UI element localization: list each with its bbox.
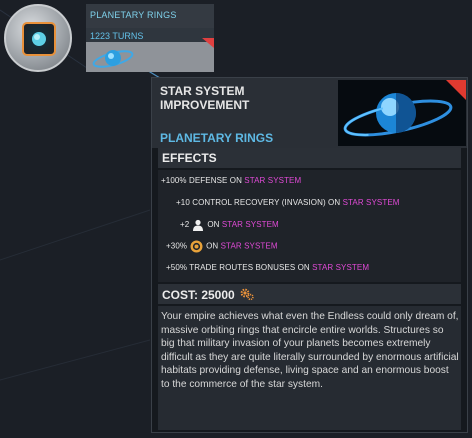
effects-title: EFFECTS — [162, 151, 217, 165]
description-panel: Your empire achieves what even the Endle… — [158, 306, 461, 430]
effect-value: +2 — [180, 220, 190, 230]
effects-header: EFFECTS — [158, 148, 461, 168]
new-flag-icon — [202, 38, 214, 48]
effect-trade-routes: +50% TRADE ROUTES BONUSES ON STAR SYSTEM — [166, 263, 369, 272]
improvement-tooltip: STAR SYSTEM IMPROVEMENT PLANETARY RINGS … — [151, 77, 468, 433]
effect-value: +50% TRADE ROUTES BONUSES ON — [166, 263, 313, 272]
effect-target: STAR SYSTEM — [221, 220, 279, 230]
influence-icon — [190, 240, 203, 253]
new-flag-icon — [446, 80, 466, 100]
population-icon — [193, 219, 204, 231]
improvement-description: Your empire achieves what even the Endle… — [161, 311, 459, 390]
effect-connector: ON — [207, 220, 222, 230]
empire-disc[interactable] — [4, 4, 72, 72]
effect-value: +30% — [166, 241, 188, 251]
improvement-name: PLANETARY RINGS — [160, 131, 274, 145]
tooltip-header: STAR SYSTEM IMPROVEMENT PLANETARY RINGS — [152, 78, 467, 148]
planet-icon — [32, 32, 46, 46]
queue-info-panel: PLANETARY RINGS 1223 TURNS — [86, 4, 214, 72]
cost-header: COST: 25000 — [158, 284, 461, 304]
effects-list: +100% DEFENSE ON STAR SYSTEM +10 CONTROL… — [158, 170, 461, 282]
construction-queue-item[interactable]: PLANETARY RINGS 1223 TURNS — [4, 4, 214, 72]
effect-target: STAR SYSTEM — [244, 176, 302, 185]
effect-connector: ON — [206, 241, 221, 251]
effect-target: STAR SYSTEM — [312, 263, 370, 272]
cost-value: COST: 25000 — [162, 288, 235, 302]
selected-system-frame[interactable] — [22, 22, 56, 56]
effect-influence: +30% ON STAR SYSTEM — [166, 240, 278, 253]
improvement-image — [338, 80, 466, 146]
effect-target: STAR SYSTEM — [220, 241, 278, 251]
improvement-type: STAR SYSTEM IMPROVEMENT — [160, 84, 335, 112]
effect-target: STAR SYSTEM — [342, 198, 400, 207]
planetary-rings-thumbnail-icon — [92, 50, 134, 68]
improvement-type-line2: IMPROVEMENT — [160, 98, 250, 112]
queue-turns: 1223 TURNS — [90, 31, 144, 41]
effect-control-recovery: +10 CONTROL RECOVERY (INVASION) ON STAR … — [176, 198, 400, 207]
effect-value: +10 CONTROL RECOVERY (INVASION) ON — [176, 198, 343, 207]
effect-defense: +100% DEFENSE ON STAR SYSTEM — [161, 176, 301, 185]
effect-population: +2 ON STAR SYSTEM — [180, 219, 279, 231]
improvement-type-line1: STAR SYSTEM — [160, 84, 245, 98]
industry-gear-icon — [240, 288, 254, 301]
queue-item-name: PLANETARY RINGS — [90, 10, 177, 20]
effect-value: +100% DEFENSE ON — [161, 176, 245, 185]
